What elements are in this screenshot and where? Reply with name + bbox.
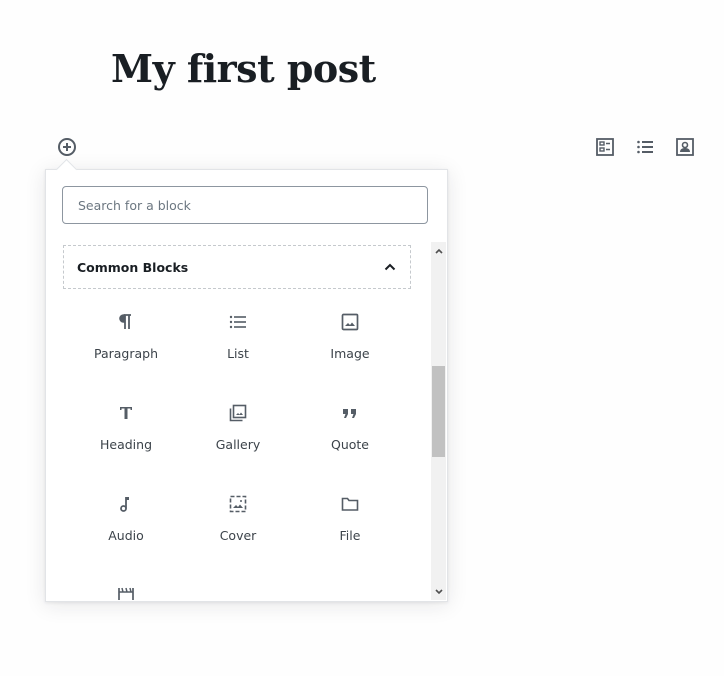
block-inserter-popover: Common Blocks Paragraph List bbox=[45, 158, 448, 602]
file-icon bbox=[338, 492, 362, 516]
block-navigation-icon bbox=[595, 137, 615, 157]
common-blocks-panel-toggle[interactable]: Common Blocks bbox=[63, 245, 411, 289]
block-item-file[interactable]: File bbox=[294, 490, 406, 581]
scroll-thumb[interactable] bbox=[432, 366, 445, 457]
block-label: File bbox=[339, 528, 361, 543]
paragraph-icon bbox=[114, 310, 138, 334]
block-item-heading[interactable]: Heading bbox=[70, 399, 182, 490]
cover-icon bbox=[226, 492, 250, 516]
block-label: Quote bbox=[330, 437, 369, 452]
block-item-quote[interactable]: Quote bbox=[294, 399, 406, 490]
block-item-cover[interactable]: Cover bbox=[182, 490, 294, 581]
block-label: Image bbox=[330, 346, 370, 361]
list-view-button[interactable] bbox=[634, 136, 656, 158]
block-label: Gallery bbox=[215, 437, 261, 452]
quote-icon bbox=[338, 401, 362, 425]
block-label: Paragraph bbox=[93, 346, 159, 361]
top-toolbar bbox=[594, 136, 696, 158]
block-navigation-button[interactable] bbox=[594, 136, 616, 158]
gallery-icon bbox=[226, 401, 250, 425]
scroll-down-button[interactable] bbox=[431, 583, 446, 600]
image-icon bbox=[338, 310, 362, 334]
panel-title: Common Blocks bbox=[77, 259, 189, 275]
chevron-up-icon bbox=[434, 248, 443, 254]
author-button[interactable] bbox=[674, 136, 696, 158]
post-title[interactable]: My first post bbox=[111, 44, 376, 94]
plus-circle-icon bbox=[57, 137, 77, 157]
heading-icon bbox=[114, 401, 138, 425]
list-icon bbox=[226, 310, 250, 334]
add-block-button[interactable] bbox=[56, 136, 78, 158]
block-item-list[interactable]: List bbox=[182, 308, 294, 399]
block-label: Audio bbox=[108, 528, 144, 543]
audio-icon bbox=[114, 492, 138, 516]
contact-card-icon bbox=[675, 137, 695, 157]
block-label: List bbox=[227, 346, 249, 361]
block-item-gallery[interactable]: Gallery bbox=[182, 399, 294, 490]
block-item-image[interactable]: Image bbox=[294, 308, 406, 399]
block-search-input[interactable] bbox=[62, 186, 428, 224]
block-item-paragraph[interactable]: Paragraph bbox=[70, 308, 182, 399]
block-label: Cover bbox=[219, 528, 257, 543]
block-item-video[interactable]: Video bbox=[70, 581, 182, 600]
list-view-icon bbox=[635, 137, 655, 157]
block-results: Common Blocks Paragraph List Image Headi… bbox=[46, 242, 431, 600]
chevron-down-icon bbox=[434, 588, 443, 595]
block-item-audio[interactable]: Audio bbox=[70, 490, 182, 581]
block-label: Heading bbox=[99, 437, 152, 452]
chevron-up-icon bbox=[383, 260, 397, 274]
scrollbar[interactable] bbox=[431, 242, 446, 600]
block-grid: Paragraph List Image Heading Gallery Quo… bbox=[70, 308, 406, 600]
popover-arrow bbox=[55, 158, 78, 181]
scroll-up-button[interactable] bbox=[431, 242, 446, 259]
video-icon bbox=[114, 583, 138, 600]
